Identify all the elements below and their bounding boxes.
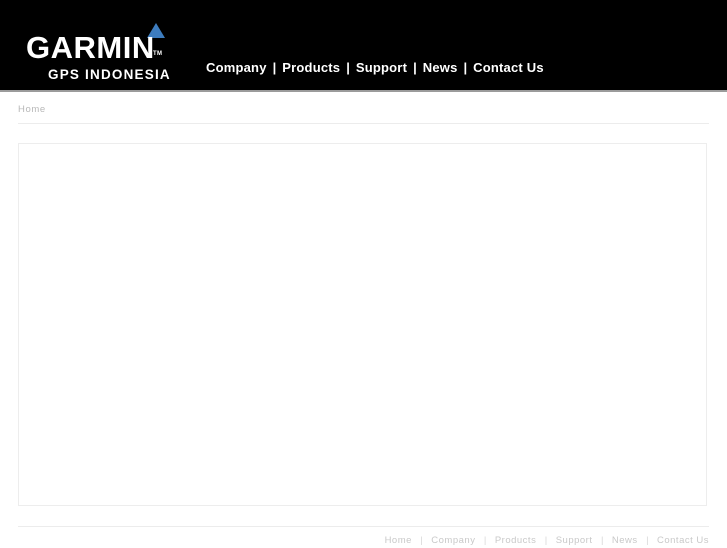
nav-item-products[interactable]: Products bbox=[282, 60, 340, 75]
footer-item-company[interactable]: Company bbox=[431, 535, 475, 546]
footer-separator: | bbox=[420, 535, 423, 546]
nav-item-news[interactable]: News bbox=[423, 60, 458, 75]
breadcrumb-divider bbox=[18, 123, 709, 124]
nav-separator: | bbox=[272, 60, 277, 75]
nav-separator: | bbox=[346, 60, 350, 75]
header-bottom-rule bbox=[0, 90, 727, 92]
footer-divider bbox=[18, 526, 709, 527]
nav-item-contact-us[interactable]: Contact Us bbox=[473, 60, 544, 75]
footer-item-home[interactable]: Home bbox=[385, 535, 412, 546]
footer-separator: | bbox=[544, 535, 548, 546]
logo-trademark: TM bbox=[153, 51, 163, 57]
nav-item-support[interactable]: Support bbox=[356, 60, 407, 75]
footer-separator: | bbox=[483, 535, 487, 546]
breadcrumb: Home bbox=[18, 104, 46, 115]
footer-separator: | bbox=[600, 535, 604, 546]
footer-item-products[interactable]: Products bbox=[495, 535, 537, 546]
garmin-logo[interactable]: GARMIN TM GPS INDONESIA bbox=[18, 20, 178, 82]
nav-item-company[interactable]: Company bbox=[206, 60, 267, 75]
footer-nav: Home | Company | Products | Support | Ne… bbox=[0, 530, 709, 548]
footer-separator: | bbox=[646, 535, 649, 546]
logo-subtitle: GPS INDONESIA bbox=[48, 67, 171, 82]
breadcrumb-item-home[interactable]: Home bbox=[18, 104, 46, 115]
site-header: GARMIN TM GPS INDONESIA Company | Produc… bbox=[0, 0, 727, 90]
main-content-area bbox=[18, 143, 707, 506]
nav-separator: | bbox=[463, 60, 468, 75]
footer-item-contact-us[interactable]: Contact Us bbox=[657, 535, 709, 546]
footer-item-news[interactable]: News bbox=[612, 535, 638, 546]
nav-separator: | bbox=[413, 60, 417, 75]
logo-wordmark: GARMIN bbox=[26, 30, 155, 65]
primary-nav: Company | Products | Support | News | Co… bbox=[206, 60, 544, 75]
header-inner: GARMIN TM GPS INDONESIA Company | Produc… bbox=[18, 0, 544, 90]
footer-item-support[interactable]: Support bbox=[556, 535, 593, 546]
